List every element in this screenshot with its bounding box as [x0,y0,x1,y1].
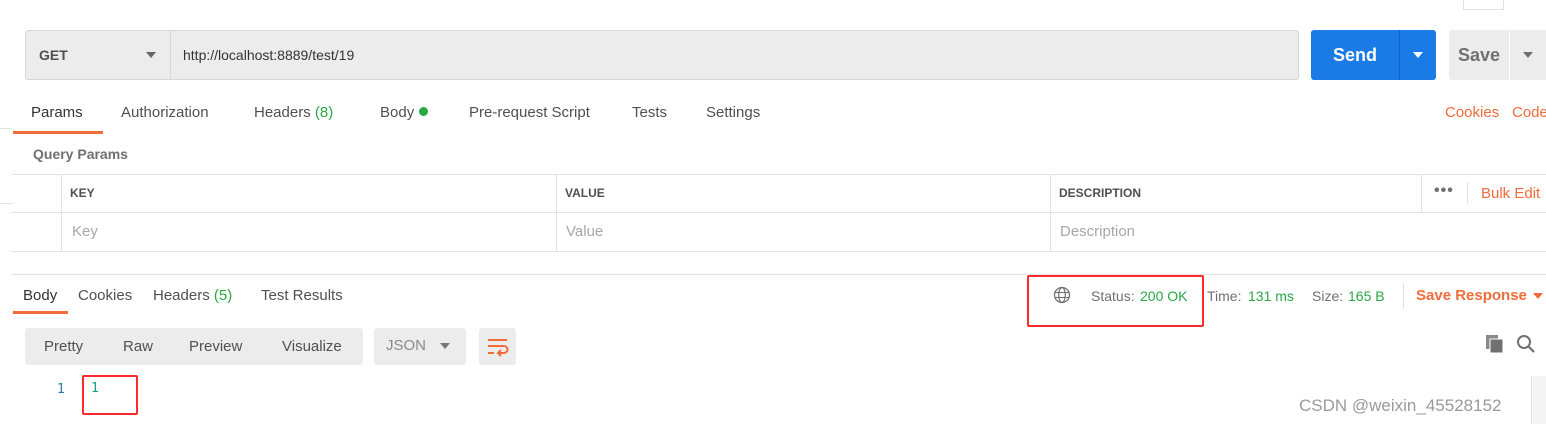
size-value: 165 B [1348,288,1385,304]
tab-settings[interactable]: Settings [706,104,760,132]
response-tab-cookies[interactable]: Cookies [78,287,132,304]
tab-label: Headers [153,287,210,304]
tab-tests[interactable]: Tests [632,104,667,132]
headers-count: (8) [314,104,334,121]
search-icon[interactable] [1516,334,1536,354]
active-tab-indicator [13,311,68,314]
method-label: GET [39,47,68,63]
tab-params[interactable]: Params [31,104,83,132]
tab-label: Headers [254,104,311,121]
time-label: Time: [1207,288,1242,304]
url-text: http://localhost:8889/test/19 [183,47,355,63]
column-header-description: DESCRIPTION [1059,186,1142,200]
left-divider [0,128,12,129]
table-divider [1467,182,1468,204]
table-border [12,251,1546,252]
left-divider [0,203,12,204]
save-response-button[interactable]: Save Response [1416,287,1527,304]
format-select[interactable]: JSON [374,328,466,365]
size-label: Size: [1312,288,1344,304]
column-header-key: KEY [70,186,95,200]
url-input[interactable]: http://localhost:8889/test/19 [170,30,1299,80]
tab-authorization[interactable]: Authorization [121,104,209,132]
table-divider [1050,174,1051,251]
column-header-value: VALUE [565,186,605,200]
copy-icon[interactable] [1485,334,1504,354]
tab-label: Body [23,287,58,304]
tab-label: Body [380,104,415,121]
description-input[interactable]: Description [1060,223,1135,240]
chevron-down-icon [440,343,450,349]
cookies-link[interactable]: Cookies [1445,104,1499,121]
tab-body[interactable]: Body [380,104,429,132]
save-button[interactable]: Save [1449,30,1509,80]
tab-label: Authorization [121,104,209,121]
active-tab-indicator [13,131,103,134]
line-number: 1 [57,382,65,397]
headers-count: (5) [213,287,233,304]
response-tab-headers[interactable]: Headers (5) [153,287,232,304]
save-options-button[interactable] [1510,30,1546,80]
tab-label: Cookies [78,287,133,304]
chevron-down-icon [146,52,156,58]
response-tab-test-results[interactable]: Test Results [261,287,343,304]
wrap-lines-button[interactable] [479,328,516,365]
chevron-down-icon [1413,52,1423,58]
tab-label: Params [31,104,83,121]
bulk-edit-link[interactable]: Bulk Edit [1481,185,1540,202]
view-visualize-button[interactable]: Visualize [282,338,342,355]
chevron-down-icon [1523,52,1533,58]
code-link[interactable]: Code [1512,104,1546,121]
table-divider [1421,174,1422,212]
watermark: CSDN @weixin_45528152 [1299,396,1502,415]
format-label: JSON [386,337,427,354]
table-divider [61,174,62,251]
tab-label: Pre-request Script [469,104,590,121]
scrollbar[interactable] [1531,376,1546,424]
view-pretty-button[interactable]: Pretty [44,338,83,355]
send-options-button[interactable] [1399,30,1436,80]
key-input[interactable]: Key [72,223,98,240]
tab-label: Test Results [261,287,343,304]
tab-label: Tests [632,104,668,121]
more-options-icon[interactable]: ••• [1434,182,1454,200]
tab-label: Settings [706,104,761,121]
tab-headers[interactable]: Headers (8) [254,104,333,132]
query-params-title: Query Params [33,146,128,162]
status-highlight-box [1027,275,1204,327]
wrap-lines-icon [488,339,509,357]
response-divider [12,274,1546,275]
value-input[interactable]: Value [566,223,603,240]
table-border [12,174,1546,175]
response-tab-body[interactable]: Body [23,287,57,304]
view-preview-button[interactable]: Preview [189,338,242,355]
tab-pre-request-script[interactable]: Pre-request Script [469,104,590,132]
send-button[interactable]: Send [1311,30,1399,80]
method-select[interactable]: GET [25,30,170,80]
divider [1403,283,1404,309]
view-raw-button[interactable]: Raw [123,338,153,355]
table-divider [556,174,557,251]
window-fragment [1463,0,1504,10]
body-indicator-dot [419,107,429,116]
table-border [12,212,1546,213]
time-value: 131 ms [1248,288,1294,304]
body-highlight-box [82,375,138,415]
chevron-down-icon[interactable] [1533,293,1543,299]
